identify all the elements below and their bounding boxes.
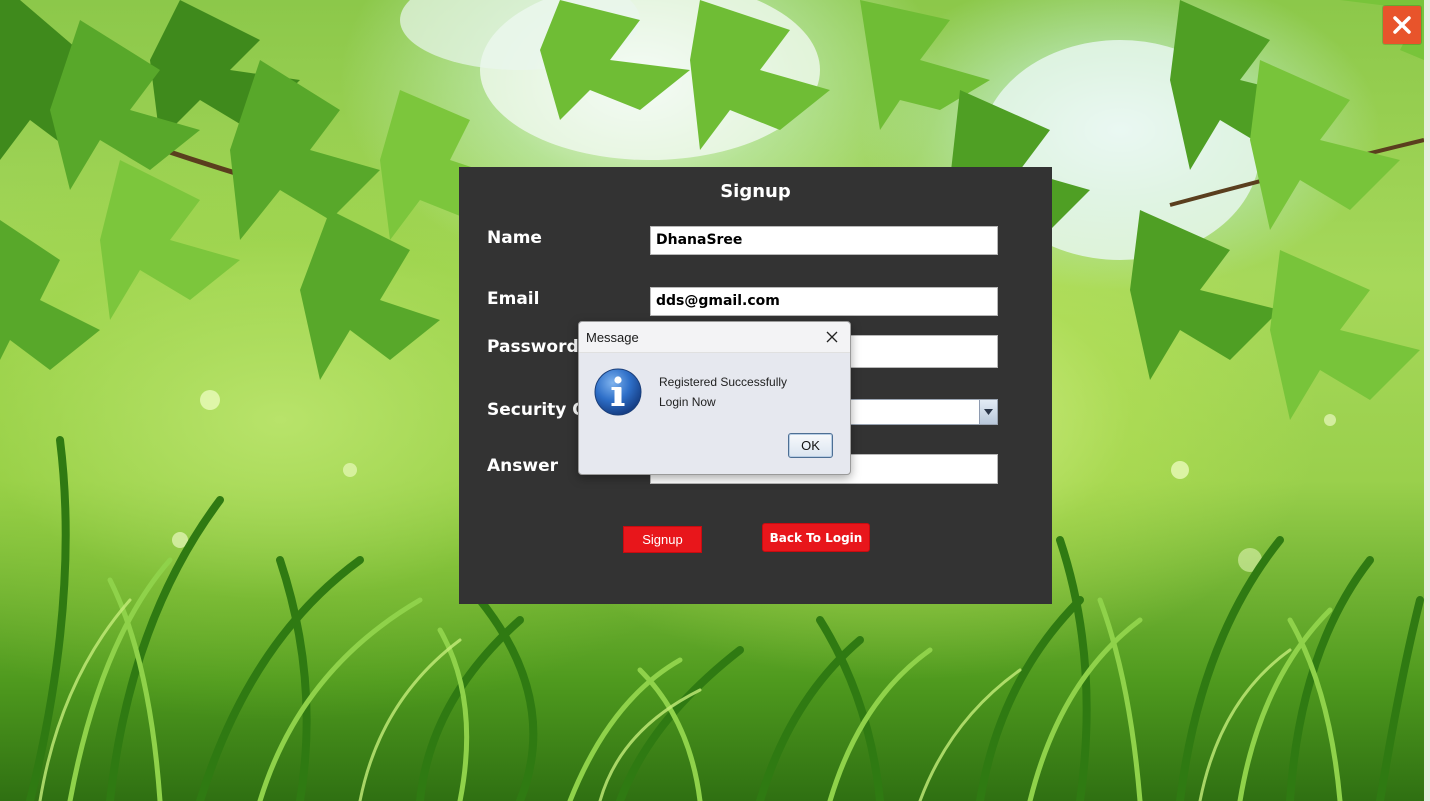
app-window: Signup Name DhanaSree Email dds@gmail.co… xyxy=(0,0,1430,801)
close-icon xyxy=(826,331,838,343)
name-field[interactable]: DhanaSree xyxy=(650,226,998,255)
close-icon xyxy=(1393,16,1411,34)
window-edge xyxy=(1424,0,1430,801)
ok-button[interactable]: OK xyxy=(788,433,833,458)
dialog-message-line1: Registered Successfully xyxy=(659,375,788,389)
answer-label: Answer xyxy=(487,456,558,476)
dropdown-arrow[interactable] xyxy=(979,400,997,424)
name-label: Name xyxy=(487,228,542,248)
back-to-login-button[interactable]: Back To Login xyxy=(762,523,870,552)
message-dialog: Message Registered Successfully Login No… xyxy=(578,321,851,475)
dialog-close-button[interactable] xyxy=(822,327,842,347)
signup-title: Signup xyxy=(720,181,791,202)
info-icon xyxy=(593,367,643,422)
security-question-label: Security Q xyxy=(487,400,587,420)
signup-button[interactable]: Signup xyxy=(623,526,702,553)
password-label: Password xyxy=(487,337,579,357)
close-app-button[interactable] xyxy=(1383,6,1421,44)
chevron-down-icon xyxy=(984,409,993,415)
dialog-titlebar[interactable]: Message xyxy=(579,322,850,353)
dialog-title: Message xyxy=(586,330,639,345)
email-field[interactable]: dds@gmail.com xyxy=(650,287,998,316)
email-label: Email xyxy=(487,289,540,309)
dialog-message-line2: Login Now xyxy=(659,395,716,409)
